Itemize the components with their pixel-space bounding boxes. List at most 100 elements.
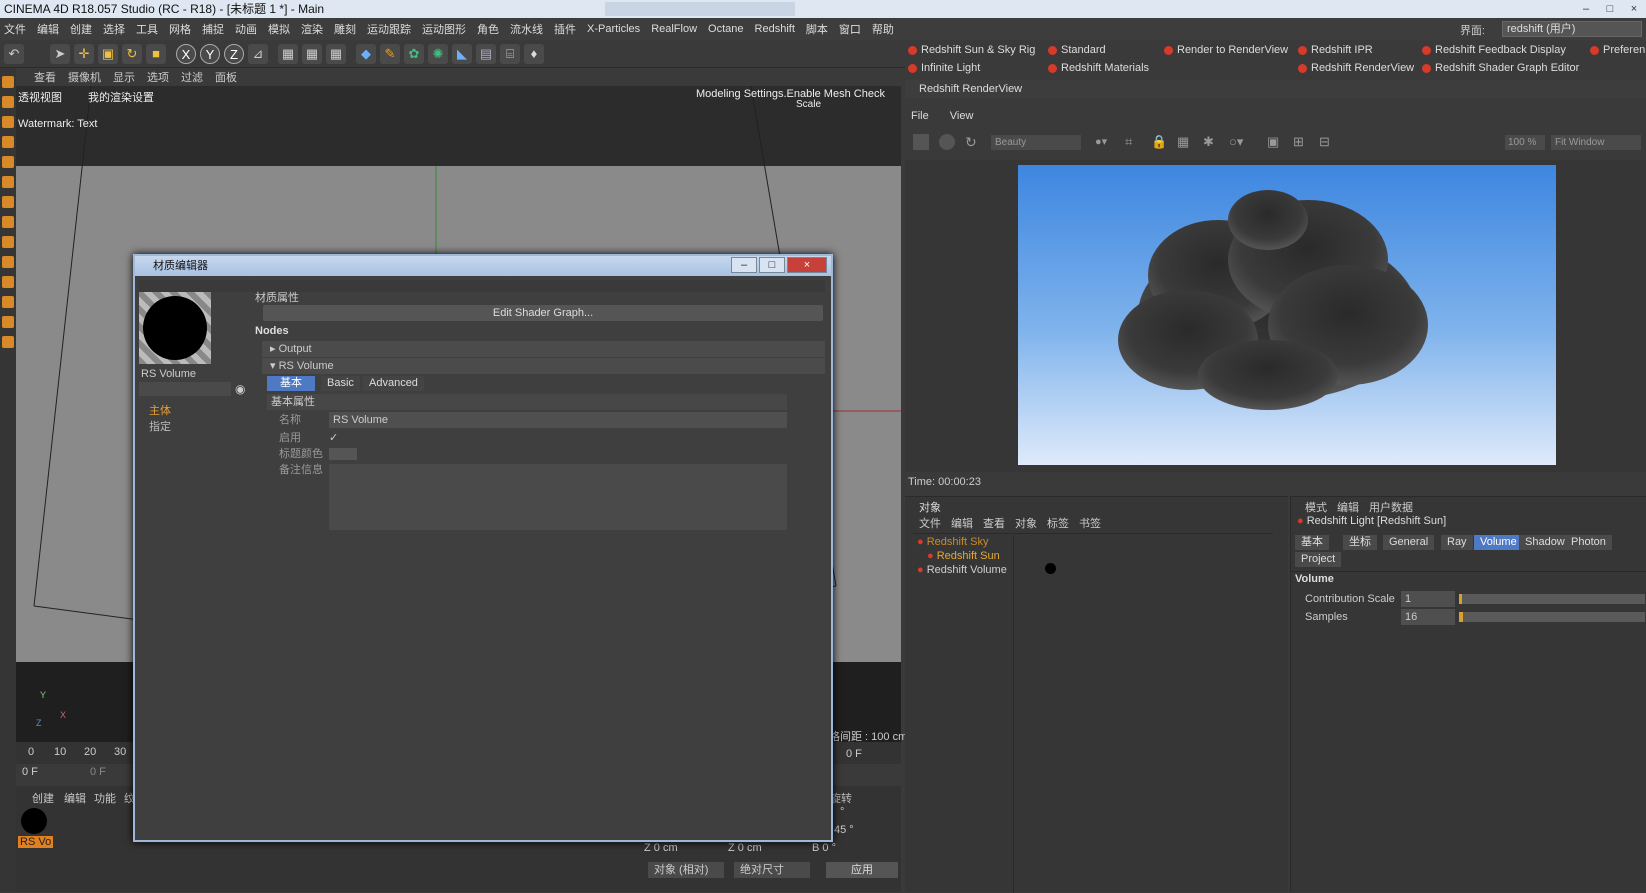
attr-tab-photon[interactable]: Photon: [1565, 535, 1612, 550]
menu-plugins[interactable]: 插件: [554, 21, 576, 37]
tool-icon[interactable]: [2, 276, 14, 288]
attr-tab-shadow[interactable]: Shadow: [1519, 535, 1571, 550]
coord-system-icon[interactable]: ⊿: [248, 44, 268, 64]
object-row[interactable]: ● Redshift Volume: [917, 562, 1007, 578]
mat-menu-edit[interactable]: 编辑: [64, 790, 86, 806]
node-output-section[interactable]: ▸ Output: [262, 341, 825, 357]
obj-menu-bookmarks[interactable]: 书签: [1079, 515, 1101, 531]
timeline-start-field[interactable]: 0 F: [22, 766, 38, 778]
array-icon[interactable]: ✺: [428, 44, 448, 64]
play-icon[interactable]: [939, 134, 955, 150]
tool-icon[interactable]: [2, 336, 14, 348]
image-icon[interactable]: ▣: [1267, 134, 1279, 150]
vp-menu-cameras[interactable]: 摄像机: [68, 69, 101, 85]
menu-window[interactable]: 窗口: [839, 21, 861, 37]
vp-menu-filter[interactable]: 过滤: [181, 69, 203, 85]
vp-menu-view[interactable]: 查看: [34, 69, 56, 85]
attr-menu-mode[interactable]: 模式: [1305, 499, 1327, 515]
menu-script[interactable]: 脚本: [806, 21, 828, 37]
side-item-main[interactable]: 主体: [149, 402, 171, 418]
rv-menu-view[interactable]: View: [950, 110, 974, 122]
circle-icon[interactable]: ○▾: [1229, 134, 1243, 150]
menu-mograph[interactable]: 运动图形: [422, 21, 466, 37]
attr-menu-edit[interactable]: 编辑: [1337, 499, 1359, 515]
vp-menu-panel[interactable]: 面板: [215, 69, 237, 85]
coord-b-rotation[interactable]: B 0 °: [812, 842, 836, 854]
tool-icon[interactable]: [2, 156, 14, 168]
obj-menu-file[interactable]: 文件: [919, 515, 941, 531]
contribution-scale-slider[interactable]: [1459, 594, 1645, 604]
grid-icon[interactable]: ▦: [1177, 134, 1189, 150]
coord-p-field[interactable]: 45 °: [834, 824, 854, 836]
close-button[interactable]: ×: [1622, 0, 1646, 18]
snapshot-icon[interactable]: ●▾: [1095, 135, 1107, 148]
menu-create[interactable]: 创建: [70, 21, 92, 37]
cube-icon[interactable]: ◆: [356, 44, 376, 64]
coord-z-position[interactable]: Z 0 cm: [644, 842, 678, 854]
y-axis-icon[interactable]: Y: [200, 44, 220, 64]
menu-tools[interactable]: 工具: [136, 21, 158, 37]
menu-octane[interactable]: Octane: [708, 23, 743, 35]
menu-edit[interactable]: 编辑: [37, 21, 59, 37]
minimize-button[interactable]: –: [1574, 0, 1598, 18]
dialog-maximize-button[interactable]: □: [759, 257, 785, 273]
attr-menu-userdata[interactable]: 用户数据: [1369, 499, 1413, 515]
menu-help[interactable]: 帮助: [872, 21, 894, 37]
crop-icon[interactable]: ⌗: [1125, 134, 1132, 150]
select-arrow-icon[interactable]: ➤: [50, 44, 70, 64]
asterisk-icon[interactable]: ✱: [1203, 134, 1214, 150]
subdivision-icon[interactable]: ✿: [404, 44, 424, 64]
contribution-scale-field[interactable]: 1: [1401, 591, 1455, 607]
tool-icon[interactable]: [2, 116, 14, 128]
vp-menu-display[interactable]: 显示: [113, 69, 135, 85]
tool-icon[interactable]: [2, 196, 14, 208]
menu-character[interactable]: 角色: [477, 21, 499, 37]
editor-tab-basic[interactable]: Basic: [321, 376, 360, 391]
menu-simulate[interactable]: 模拟: [268, 21, 290, 37]
shelf-feedback-display[interactable]: Redshift Feedback Display: [1419, 42, 1566, 59]
tool-icon[interactable]: [2, 236, 14, 248]
basic-props-header[interactable]: 基本属性: [267, 394, 787, 410]
deformer-icon[interactable]: ◣: [452, 44, 472, 64]
tool-icon[interactable]: [2, 256, 14, 268]
menu-mesh[interactable]: 网格: [169, 21, 191, 37]
attr-tab-basic[interactable]: 基本: [1295, 535, 1329, 550]
fit-window-dropdown[interactable]: Fit Window: [1551, 135, 1641, 150]
mat-menu-create[interactable]: 创建: [32, 790, 54, 806]
render-settings-icon[interactable]: ▦: [326, 44, 346, 64]
coord-h-field[interactable]: °: [840, 806, 844, 818]
name-field[interactable]: RS Volume: [329, 412, 787, 428]
editor-tab-advanced[interactable]: Advanced: [363, 376, 424, 391]
undo-icon[interactable]: ↶: [4, 44, 24, 64]
attr-tab-general[interactable]: General: [1383, 535, 1435, 550]
menu-xparticles[interactable]: X-Particles: [587, 23, 640, 35]
editor-tab-basic-cn[interactable]: 基本: [267, 376, 315, 391]
menu-file[interactable]: 文件: [4, 21, 26, 37]
timeline-current-field[interactable]: 0 F: [90, 766, 106, 778]
compare-icon[interactable]: ⊟: [1319, 134, 1330, 150]
shelf-sun-sky-rig[interactable]: Redshift Sun & Sky Rig: [905, 42, 1035, 59]
menu-animate[interactable]: 动画: [235, 21, 257, 37]
attr-tab-project[interactable]: Project: [1295, 552, 1342, 567]
rotate-icon[interactable]: ↻: [122, 44, 142, 64]
obj-menu-edit[interactable]: 编辑: [951, 515, 973, 531]
mat-menu-function[interactable]: 功能: [94, 790, 116, 806]
refresh-icon[interactable]: ↻: [965, 134, 977, 151]
shelf-redshift-renderview[interactable]: Redshift RenderView: [1295, 60, 1414, 77]
menu-redshift[interactable]: Redshift: [755, 23, 795, 35]
object-name[interactable]: Redshift Sun: [937, 550, 1000, 562]
shelf-standard[interactable]: Standard: [1045, 42, 1106, 59]
preview-options-icon[interactable]: ◉: [235, 382, 245, 396]
shelf-redshift-materials[interactable]: Redshift Materials: [1045, 60, 1149, 77]
menu-render[interactable]: 渲染: [301, 21, 323, 37]
object-name[interactable]: Redshift Sky: [927, 536, 989, 548]
apply-button[interactable]: 应用: [826, 862, 898, 878]
coord-z-size[interactable]: Z 0 cm: [728, 842, 762, 854]
layout-dropdown[interactable]: redshift (用户): [1502, 21, 1642, 37]
attr-tab-coord[interactable]: 坐标: [1343, 535, 1377, 550]
title-color-swatch[interactable]: [329, 448, 357, 460]
preview-material-name[interactable]: RS Volume: [141, 368, 196, 380]
obj-menu-objects[interactable]: 对象: [1015, 515, 1037, 531]
vp-menu-options[interactable]: 选项: [147, 69, 169, 85]
menu-pipeline[interactable]: 流水线: [510, 21, 543, 37]
